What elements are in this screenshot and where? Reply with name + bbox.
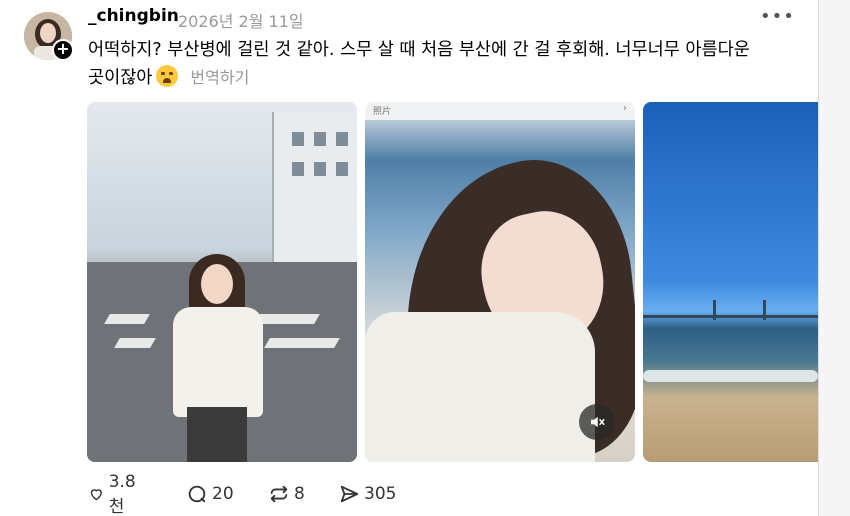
speaker-muted-icon <box>591 416 605 428</box>
building-window <box>292 132 304 146</box>
like-button[interactable]: 3.8천 <box>88 472 141 516</box>
chevron-right-icon: › <box>623 103 627 114</box>
username[interactable]: _chingbin <box>88 6 179 26</box>
post-text: 어떡하지? 부산병에 걸린 것 같아. 스무 살 때 처음 부산에 간 걸 후회… <box>88 36 808 92</box>
mute-icon[interactable] <box>579 404 615 440</box>
scroll-gutter <box>818 0 850 516</box>
share-button[interactable]: 305 <box>338 482 396 506</box>
post-text-line-2: 곳이잖아 번역하기 <box>88 64 808 92</box>
person-face <box>201 264 233 304</box>
repost-button[interactable]: 8 <box>268 482 305 506</box>
crosswalk-stripe <box>264 338 340 348</box>
reply-count: 20 <box>212 484 234 504</box>
crosswalk-stripe <box>104 314 150 324</box>
building-window <box>314 162 326 176</box>
comment-icon <box>188 485 206 503</box>
crosswalk-stripe <box>254 314 320 324</box>
image-topbar: 照片 › <box>365 102 635 120</box>
heart-icon <box>90 489 102 501</box>
repost-count: 8 <box>294 484 305 504</box>
image-bridge <box>643 315 818 318</box>
person-coat <box>365 312 595 462</box>
crying-emoji-icon <box>156 65 179 87</box>
repost-icon <box>270 485 288 503</box>
share-count: 305 <box>364 484 397 504</box>
building-window <box>336 162 348 176</box>
more-options-button[interactable]: ••• <box>760 6 795 27</box>
post-card: + _chingbin 2026년 2월 11일 ••• 어떡하지? 부산병에 … <box>0 0 818 516</box>
post-image-1[interactable] <box>87 102 357 462</box>
post-video-2[interactable]: 照片 › <box>365 102 635 462</box>
person-legs <box>187 407 247 462</box>
send-icon <box>340 485 359 503</box>
follow-plus-icon[interactable]: + <box>52 39 74 61</box>
translate-link[interactable]: 번역하기 <box>190 68 249 87</box>
image-wave <box>643 370 818 382</box>
image-topbar-label: 照片 <box>373 107 392 117</box>
post-text-line-2-text: 곳이잖아 <box>88 68 153 88</box>
building-window <box>314 132 326 146</box>
post-text-line-1: 어떡하지? 부산병에 걸린 것 같아. 스무 살 때 처음 부산에 간 걸 후회… <box>88 40 750 60</box>
post-date[interactable]: 2026년 2월 11일 <box>178 8 304 32</box>
crosswalk-stripe <box>114 338 156 348</box>
building-window <box>336 132 348 146</box>
building-window <box>292 162 304 176</box>
image-building <box>272 112 357 262</box>
person-sweater <box>173 307 263 417</box>
like-count: 3.8천 <box>108 471 136 516</box>
post-image-3[interactable] <box>643 102 818 462</box>
reply-button[interactable]: 20 <box>186 482 234 506</box>
